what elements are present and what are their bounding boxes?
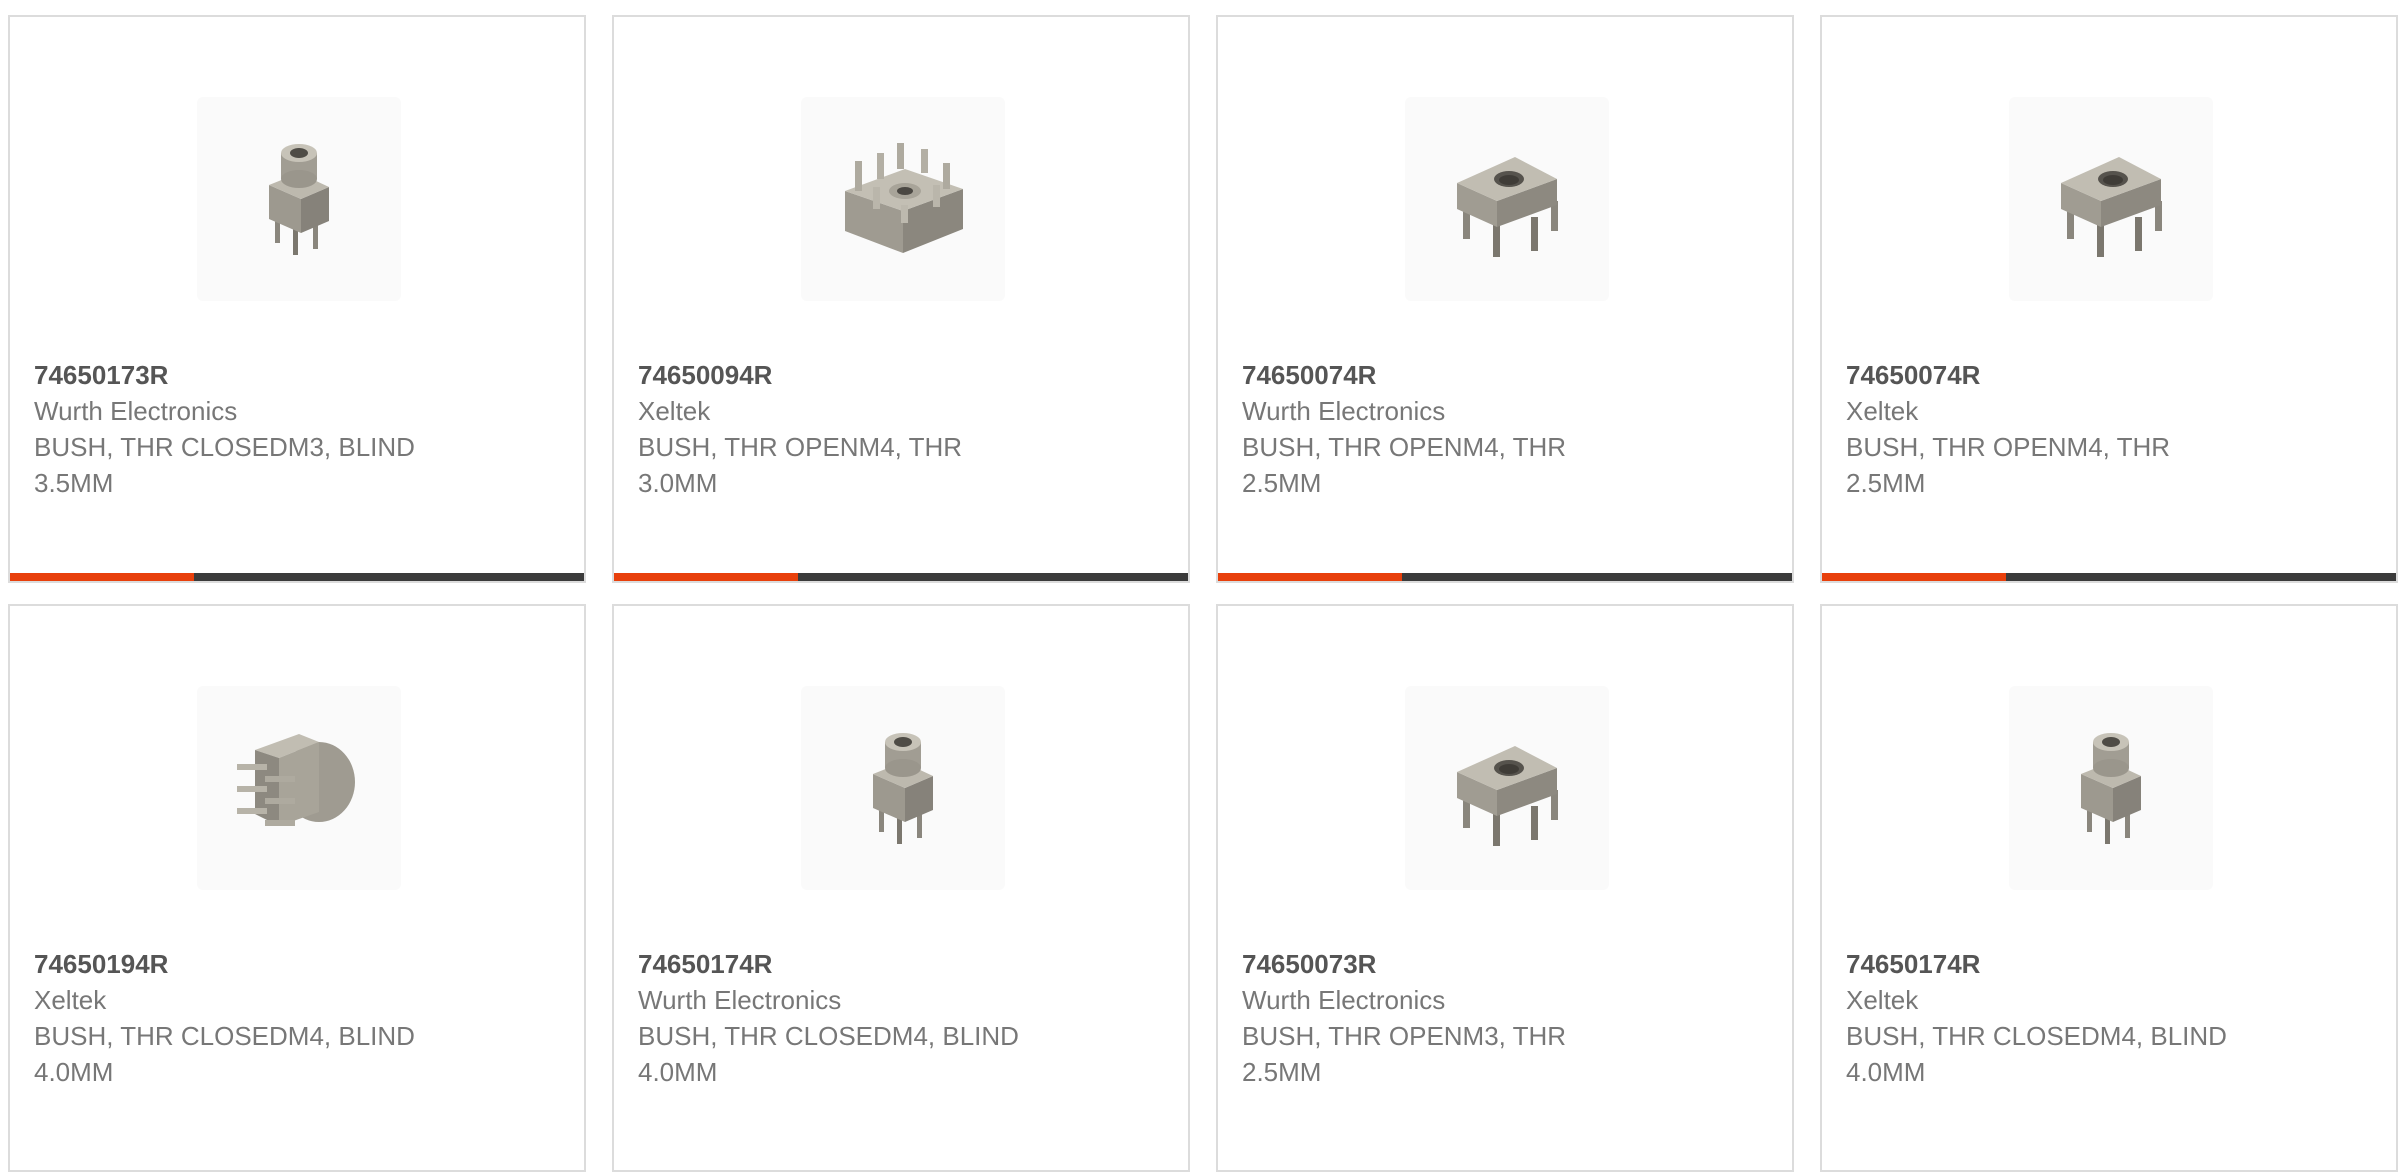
- open-bush-square-icon: [2061, 157, 2162, 257]
- progress-fill: [1218, 573, 1402, 581]
- closed-bush-small-icon: [269, 144, 329, 255]
- product-image[interactable]: [801, 686, 1005, 890]
- part-number[interactable]: 74650173R: [34, 357, 564, 393]
- card-progress-bar: [10, 573, 584, 581]
- product-description: BUSH, THR OPENM3, THR 2.5MM: [1242, 1021, 1567, 1087]
- product-card[interactable]: 74650194R Xeltek BUSH, THR CLOSEDM4, BLI…: [8, 604, 586, 1172]
- product-info: 74650194R Xeltek BUSH, THR CLOSEDM4, BLI…: [34, 946, 564, 1090]
- product-info: 74650073R Wurth Electronics BUSH, THR OP…: [1242, 946, 1772, 1090]
- product-card[interactable]: 74650074R Wurth Electronics BUSH, THR OP…: [1216, 15, 1794, 583]
- part-number[interactable]: 74650194R: [34, 946, 564, 982]
- card-progress-bar: [1822, 573, 2396, 581]
- part-number[interactable]: 74650073R: [1242, 946, 1772, 982]
- card-progress-bar: [1218, 573, 1792, 581]
- part-number[interactable]: 74650174R: [638, 946, 1168, 982]
- product-image[interactable]: [1405, 97, 1609, 301]
- progress-fill: [10, 573, 194, 581]
- manufacturer-name: Xeltek: [638, 396, 711, 426]
- open-bush-square-icon: [1457, 157, 1558, 257]
- manufacturer-name: Xeltek: [1846, 396, 1919, 426]
- product-description: BUSH, THR OPENM4, THR 2.5MM: [1242, 432, 1567, 498]
- manufacturer-name: Wurth Electronics: [34, 396, 238, 426]
- manufacturer-name: Xeltek: [34, 985, 107, 1015]
- product-info: 74650074R Wurth Electronics BUSH, THR OP…: [1242, 357, 1772, 501]
- product-image[interactable]: [197, 686, 401, 890]
- product-description: BUSH, THR CLOSEDM4, BLIND 4.0MM: [34, 1021, 415, 1087]
- product-description: BUSH, THR OPENM4, THR 3.0MM: [638, 432, 963, 498]
- product-card[interactable]: 74650173R Wurth Electronics BUSH, THR CL…: [8, 15, 586, 583]
- product-card[interactable]: 74650073R Wurth Electronics BUSH, THR OP…: [1216, 604, 1794, 1172]
- manufacturer-name: Wurth Electronics: [638, 985, 842, 1015]
- progress-fill: [1822, 573, 2006, 581]
- product-description: BUSH, THR OPENM4, THR 2.5MM: [1846, 432, 2171, 498]
- closed-bush-small-icon: [2081, 733, 2141, 844]
- product-grid: 74650173R Wurth Electronics BUSH, THR CL…: [8, 15, 2398, 1172]
- product-image[interactable]: [801, 97, 1005, 301]
- progress-fill: [614, 573, 798, 581]
- product-info: 74650174R Wurth Electronics BUSH, THR CL…: [638, 946, 1168, 1090]
- product-image[interactable]: [2009, 686, 2213, 890]
- part-number[interactable]: 74650094R: [638, 357, 1168, 393]
- product-image[interactable]: [1405, 686, 1609, 890]
- right-angle-bush-icon: [237, 734, 355, 826]
- part-number[interactable]: 74650074R: [1846, 357, 2376, 393]
- product-info: 74650174R Xeltek BUSH, THR CLOSEDM4, BLI…: [1846, 946, 2376, 1090]
- manufacturer-name: Wurth Electronics: [1242, 985, 1446, 1015]
- product-image[interactable]: [2009, 97, 2213, 301]
- open-bush-square-icon: [1457, 746, 1558, 846]
- closed-bush-small-icon: [873, 733, 933, 844]
- product-description: BUSH, THR CLOSEDM3, BLIND 3.5MM: [34, 432, 415, 498]
- product-info: 74650173R Wurth Electronics BUSH, THR CL…: [34, 357, 564, 501]
- product-description: BUSH, THR CLOSEDM4, BLIND 4.0MM: [638, 1021, 1019, 1087]
- part-number[interactable]: 74650174R: [1846, 946, 2376, 982]
- manufacturer-name: Wurth Electronics: [1242, 396, 1446, 426]
- product-info: 74650094R Xeltek BUSH, THR OPENM4, THR 3…: [638, 357, 1168, 501]
- product-image[interactable]: [197, 97, 401, 301]
- multi-pin-bush-icon: [845, 143, 963, 253]
- manufacturer-name: Xeltek: [1846, 985, 1919, 1015]
- card-progress-bar: [614, 573, 1188, 581]
- product-description: BUSH, THR CLOSEDM4, BLIND 4.0MM: [1846, 1021, 2227, 1087]
- product-card[interactable]: 74650094R Xeltek BUSH, THR OPENM4, THR 3…: [612, 15, 1190, 583]
- part-number[interactable]: 74650074R: [1242, 357, 1772, 393]
- product-info: 74650074R Xeltek BUSH, THR OPENM4, THR 2…: [1846, 357, 2376, 501]
- product-card[interactable]: 74650074R Xeltek BUSH, THR OPENM4, THR 2…: [1820, 15, 2398, 583]
- product-card[interactable]: 74650174R Wurth Electronics BUSH, THR CL…: [612, 604, 1190, 1172]
- product-card[interactable]: 74650174R Xeltek BUSH, THR CLOSEDM4, BLI…: [1820, 604, 2398, 1172]
